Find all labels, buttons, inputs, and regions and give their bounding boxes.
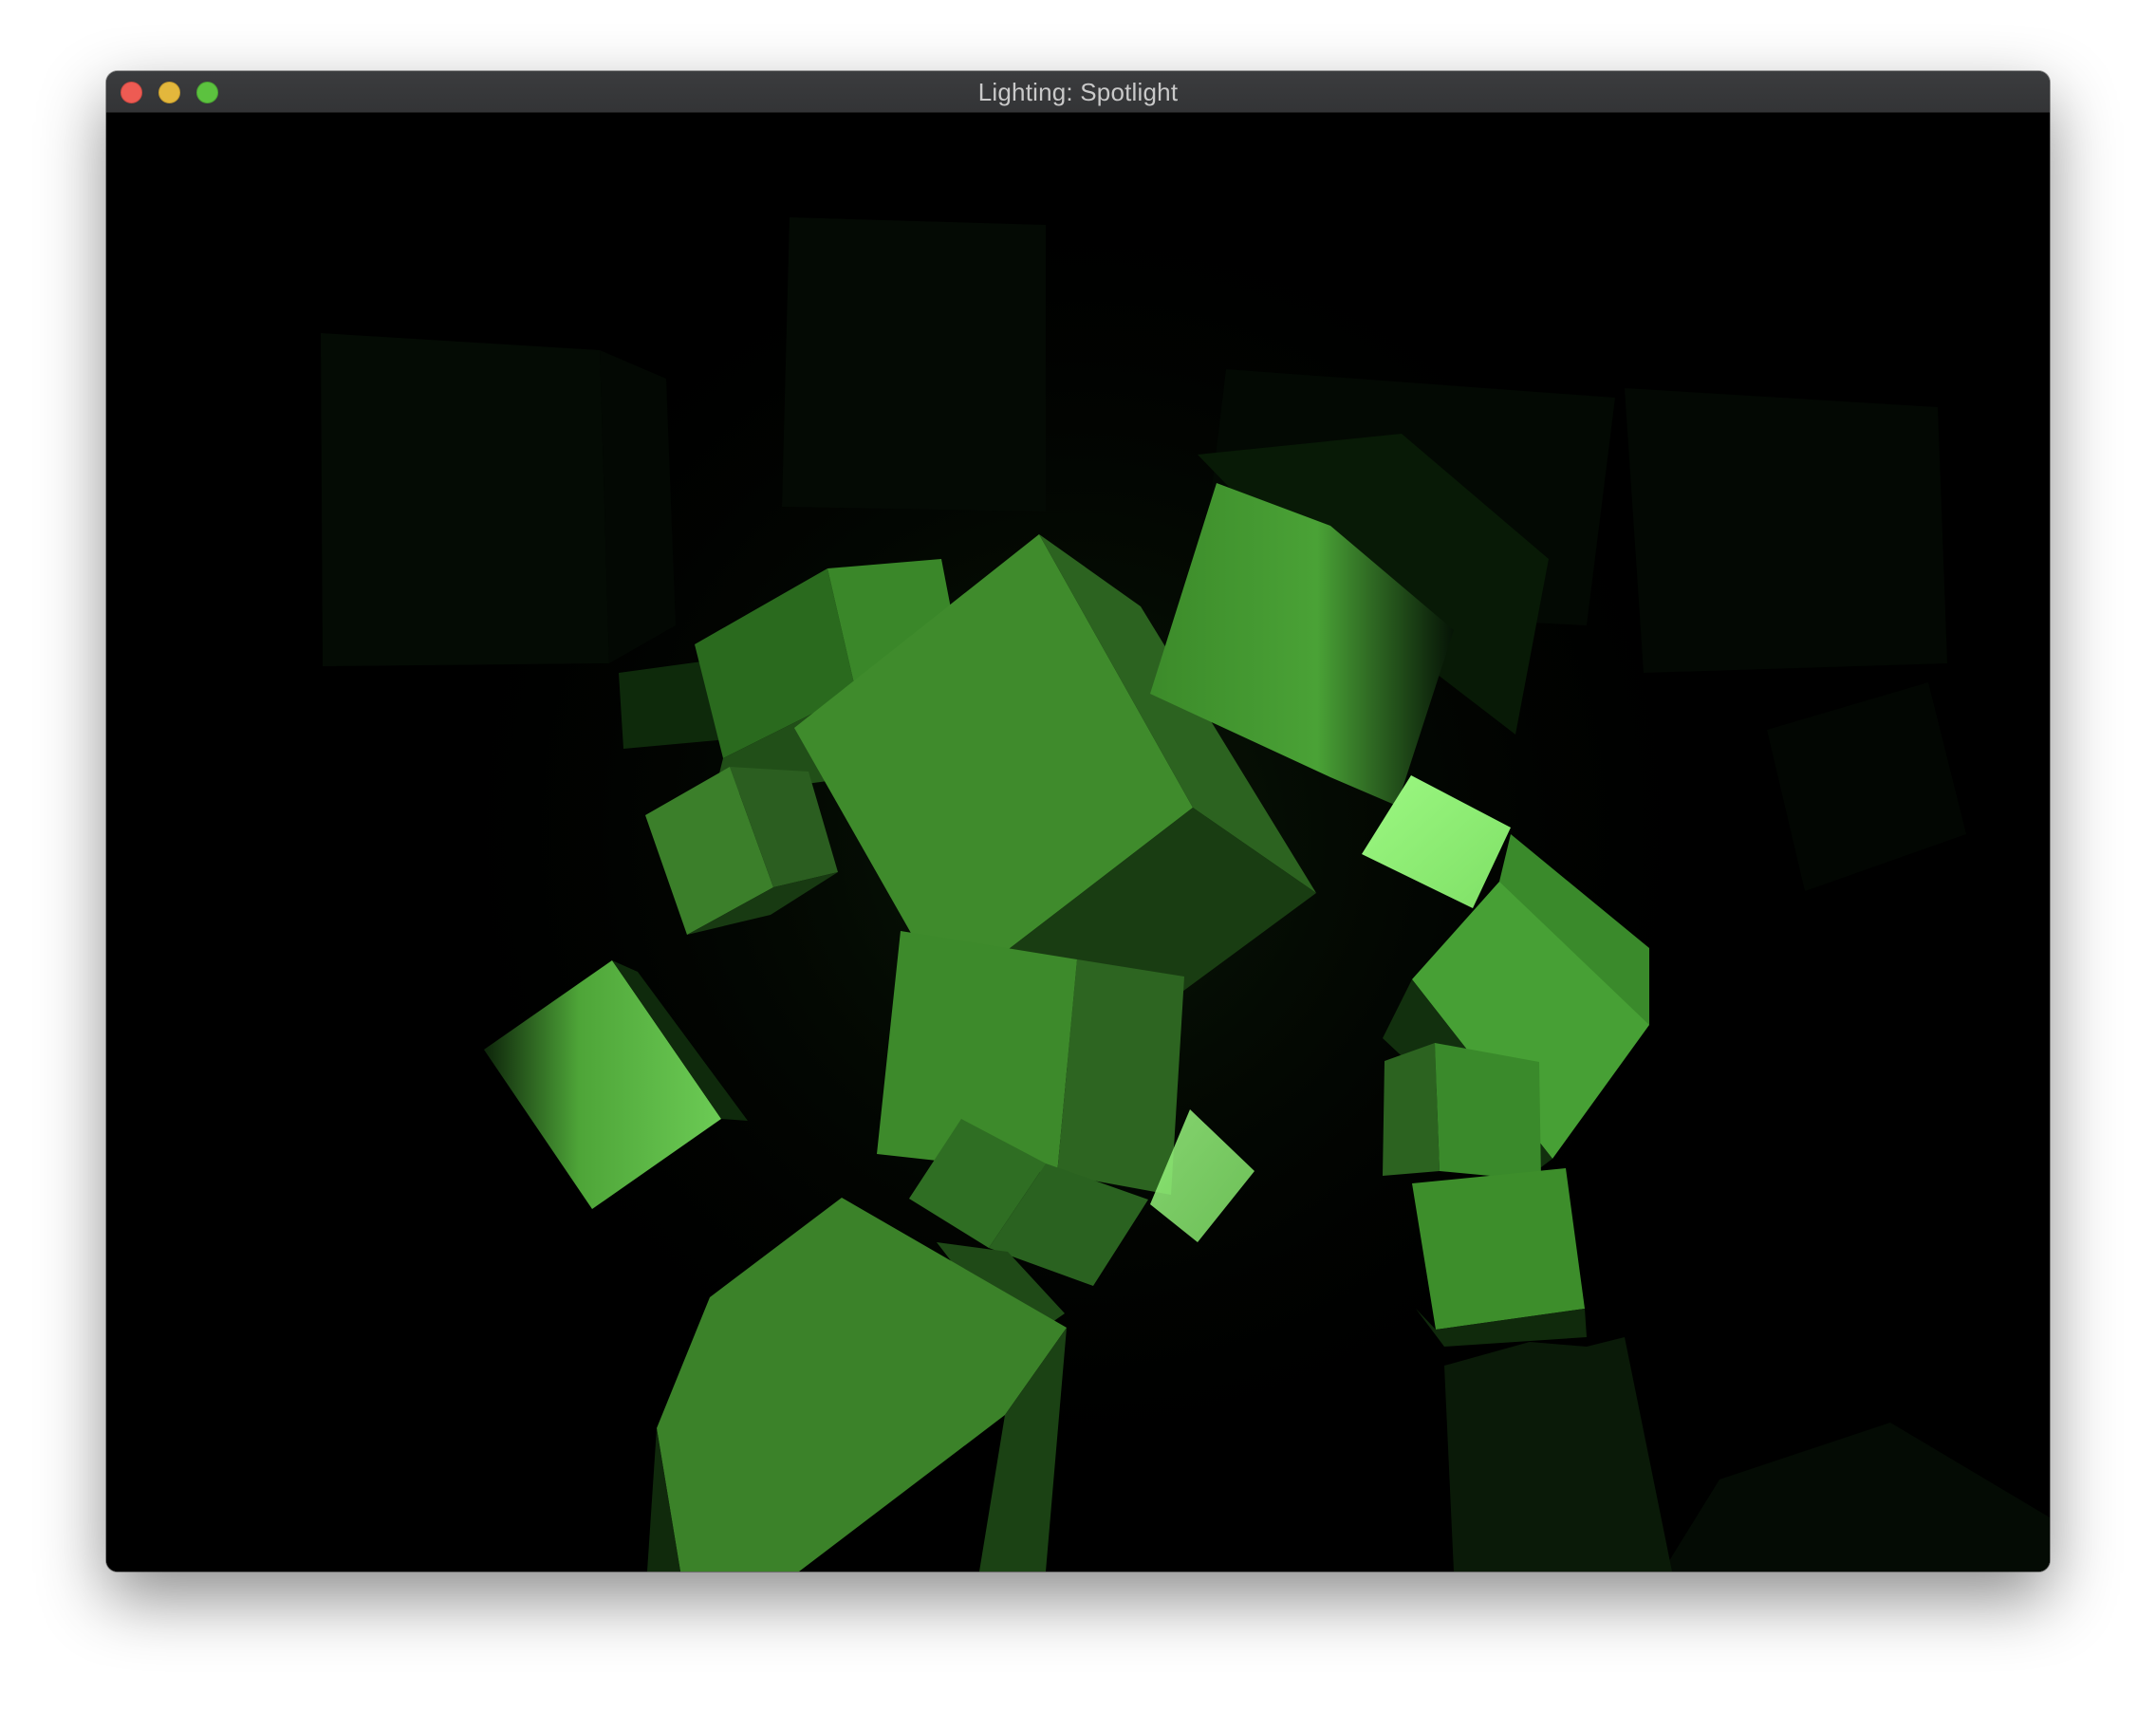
app-window: Lighting: Spotlight — [106, 71, 2050, 1572]
cube-center-lower — [877, 931, 1184, 1195]
title-bar[interactable]: Lighting: Spotlight — [106, 71, 2050, 113]
cube-dim-top-left — [321, 333, 676, 666]
render-viewport[interactable] — [106, 113, 2050, 1572]
window-title: Lighting: Spotlight — [977, 78, 1179, 106]
cube-dim-top-center — [782, 217, 1046, 512]
cube-right-small — [1383, 1043, 1541, 1181]
scene-canvas — [106, 113, 2050, 1572]
